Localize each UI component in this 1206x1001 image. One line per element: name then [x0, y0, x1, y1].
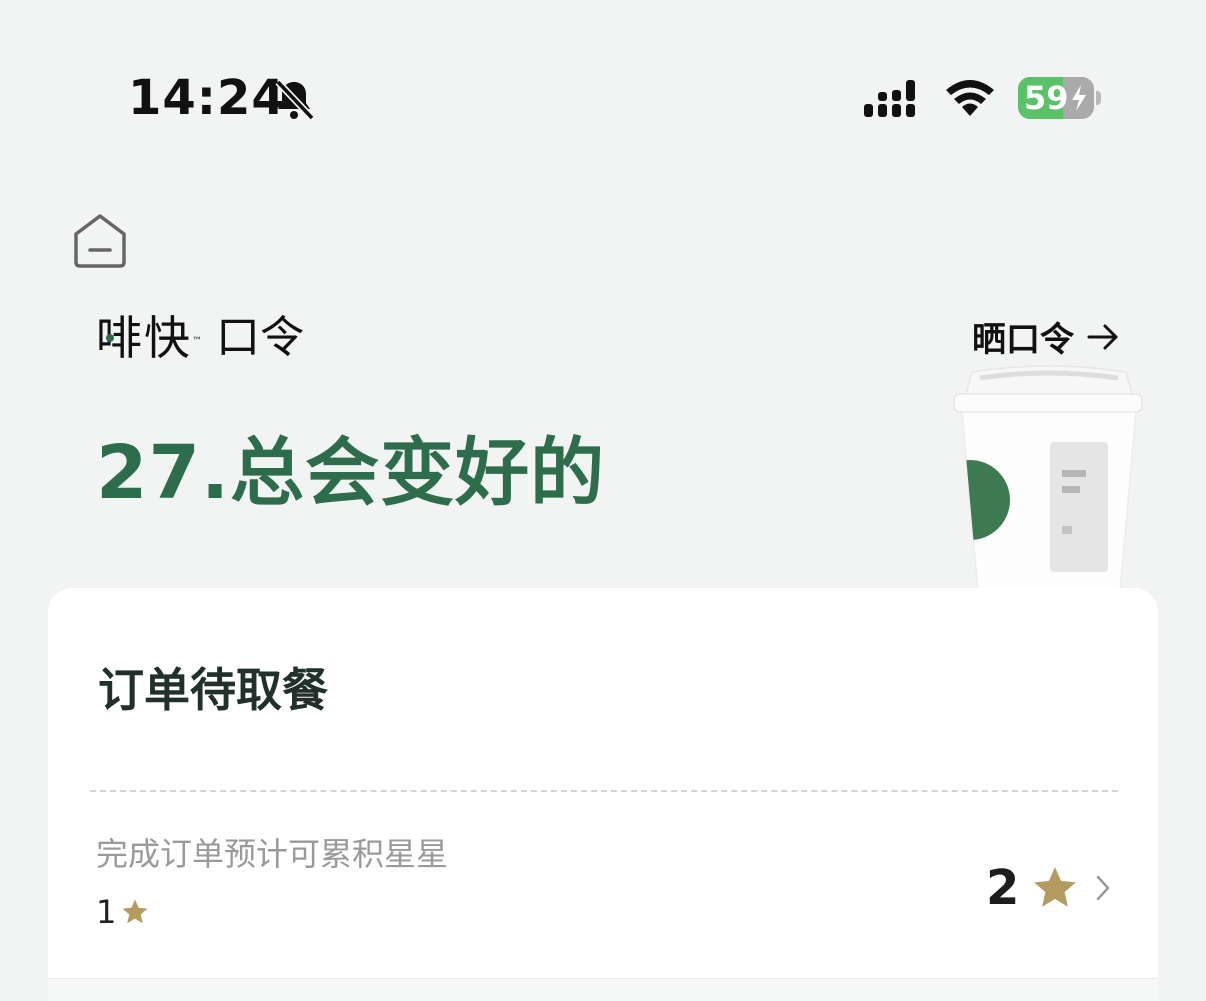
card-bottom-strip	[48, 978, 1158, 1001]
charging-bolt-icon	[1072, 85, 1086, 111]
star-icon	[1034, 867, 1077, 907]
share-password-link[interactable]: 晒口令	[972, 312, 1120, 361]
brand-subtitle: 口令	[216, 312, 304, 363]
password-text: 27.总会变好的	[96, 430, 606, 516]
battery-icon: 59	[1018, 77, 1102, 119]
home-icon[interactable]	[70, 212, 130, 270]
chevron-right-icon	[1097, 875, 1110, 901]
wifi-icon	[946, 80, 994, 116]
stars-small-value: 1	[96, 890, 150, 934]
battery-text: 59	[1024, 79, 1069, 117]
bell-slash-icon	[275, 79, 315, 121]
order-card-title: 订单待取餐	[98, 663, 328, 717]
arrow-right-icon	[1087, 324, 1118, 349]
brand-logo: 啡快 ™	[96, 311, 204, 365]
order-card: 订单待取餐 完成订单预计可累积星星 1 2	[48, 588, 1158, 1001]
star-icon	[122, 899, 148, 924]
signal-icon	[864, 80, 915, 117]
status-bar: 14:24 59	[0, 0, 1206, 180]
brand-header: 啡快 ™ 口令	[96, 310, 304, 366]
stars-small-number: 1	[96, 893, 117, 931]
share-label: 晒口令	[972, 320, 1074, 360]
stars-detail-button[interactable]: 2	[986, 858, 1113, 918]
status-time: 14:24	[128, 70, 286, 126]
dashed-divider	[90, 790, 1118, 792]
coffee-cup-illustration	[953, 365, 1143, 592]
stars-label: 完成订单预计可累积星星	[96, 835, 449, 873]
stars-count: 2	[986, 860, 1020, 916]
